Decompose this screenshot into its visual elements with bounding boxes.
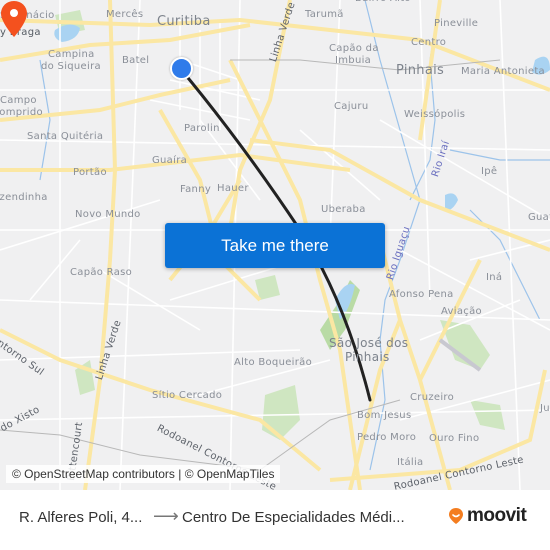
map-label-parolin: Parolin xyxy=(184,123,220,134)
map-label-ipe: Ipê xyxy=(481,166,498,177)
map-label-uberaba: Uberaba xyxy=(321,204,366,215)
map-label-campina: Campina xyxy=(48,49,95,60)
destination-pin-icon[interactable] xyxy=(0,0,28,38)
map-label-centro: Centro xyxy=(411,37,447,48)
map-label-pineville: Pineville xyxy=(434,18,479,29)
map-label-sitio-cercado: Sítio Cercado xyxy=(152,390,223,401)
map-label-capao-raso: Capão Raso xyxy=(70,267,133,278)
map-label-sao-jose: São José dos xyxy=(329,336,409,350)
destination-name: Centro De Especialidades Médi... xyxy=(182,509,405,526)
map-label-portao: Portão xyxy=(73,167,107,178)
map-label-ouro-fino: Ouro Fino xyxy=(429,433,480,444)
map-label-hauer: Hauer xyxy=(217,183,249,194)
map-label-capao-da: Capão da xyxy=(329,43,379,54)
map-label-imbuia: Imbuia xyxy=(335,55,372,66)
take-me-there-button[interactable]: Take me there xyxy=(165,223,385,268)
map-label-ina: Iná xyxy=(486,272,503,283)
map-label-italia: Itália xyxy=(397,457,424,468)
map-label-bairro-alto: Bairro Alto xyxy=(355,0,411,4)
map-label-novo-mundo: Novo Mundo xyxy=(75,209,141,220)
map-label-cruzeiro: Cruzeiro xyxy=(410,392,455,403)
map-label-pedro-moro: Pedro Moro xyxy=(357,432,417,443)
moovit-logo[interactable]: moovit xyxy=(448,505,527,527)
map-label-maria-antonieta: Maria Antonieta xyxy=(461,66,545,77)
map-label-merces: Mercês xyxy=(106,9,144,20)
map-label-batel: Batel xyxy=(122,55,150,66)
moovit-pin-icon xyxy=(449,508,463,524)
map-label-curitiba: Curitiba xyxy=(157,14,211,29)
map-attribution[interactable]: © OpenStreetMap contributors | © OpenMap… xyxy=(6,465,281,483)
map-label-weissopolis: Weissópolis xyxy=(404,109,466,120)
map-label-fazendinha: Fazendinha xyxy=(0,192,48,203)
map-label-taruma: Tarumã xyxy=(305,9,344,20)
map-label-aviacao: Aviação xyxy=(441,306,482,317)
origin-marker[interactable] xyxy=(170,57,193,80)
arrow-right-icon: ⟶ xyxy=(153,506,179,526)
map-label-campo: Campo xyxy=(0,95,37,106)
map-label-santa-quiteria: Santa Quitéria xyxy=(27,131,104,142)
map-view[interactable]: São Inácio Mercês Curitiba Tarumã Bairro… xyxy=(0,0,550,490)
map-label-pinhais: Pinhais xyxy=(396,63,445,78)
origin-name: R. Alferes Poli, 4... xyxy=(19,509,143,526)
map-label-afonso-pena: Afonso Pena xyxy=(389,289,454,300)
map-label-bom-jesus: Bom Jesus xyxy=(357,410,412,421)
moovit-wordmark: moovit xyxy=(467,505,527,526)
map-label-cajuru: Cajuru xyxy=(334,101,369,112)
map-label-do-siqueira: do Siqueira xyxy=(41,61,101,72)
map-label-comprido: Comprido xyxy=(0,107,43,118)
map-label-fanny: Fanny xyxy=(180,184,212,195)
map-label-guatupe: Guatupê xyxy=(528,212,550,223)
map-label-ju: Ju xyxy=(540,403,550,414)
map-label-alto-boqueirao: Alto Boqueirão xyxy=(234,357,312,368)
map-label-sao-jose-pinhais: Pinhais xyxy=(345,350,390,364)
map-label-guaira: Guaíra xyxy=(152,155,188,166)
